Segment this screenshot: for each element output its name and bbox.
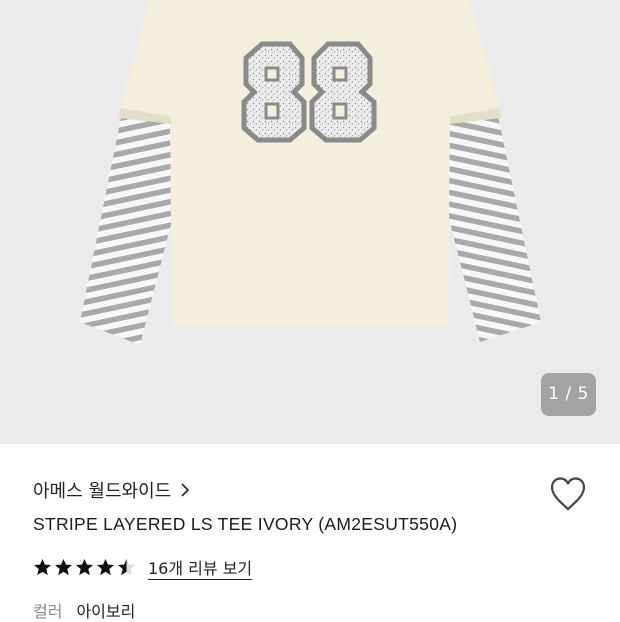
- brand-name: 아메스 월드와이드: [33, 481, 172, 502]
- reviews-link[interactable]: 16개 리뷰 보기: [148, 555, 252, 579]
- rating-row: 16개 리뷰 보기: [33, 554, 252, 580]
- rating-stars: [33, 558, 138, 577]
- star-icon: [75, 558, 94, 575]
- chevron-right-icon: [181, 483, 190, 497]
- tee-body: [120, 0, 500, 326]
- option-value: 아이보리: [76, 602, 136, 621]
- image-pager: 1 / 5: [541, 373, 596, 416]
- color-option: 컬러 아이보리: [33, 598, 135, 622]
- product-info: 아메스 월드와이드 STRIPE LAYERED LS TEE IVORY (A…: [0, 444, 620, 622]
- brand-link[interactable]: 아메스 월드와이드: [33, 477, 191, 503]
- option-label: 컬러: [33, 602, 63, 621]
- star-icon: [33, 558, 52, 575]
- star-half-icon: [117, 558, 136, 575]
- product-title: STRIPE LAYERED LS TEE IVORY (AM2ESUT550A…: [33, 514, 458, 534]
- heart-outline-icon[interactable]: [549, 476, 587, 512]
- product-image: [80, 0, 541, 345]
- star-icon: [96, 558, 115, 575]
- star-icon: [54, 558, 73, 575]
- product-image-gallery[interactable]: 1 / 5: [0, 0, 620, 444]
